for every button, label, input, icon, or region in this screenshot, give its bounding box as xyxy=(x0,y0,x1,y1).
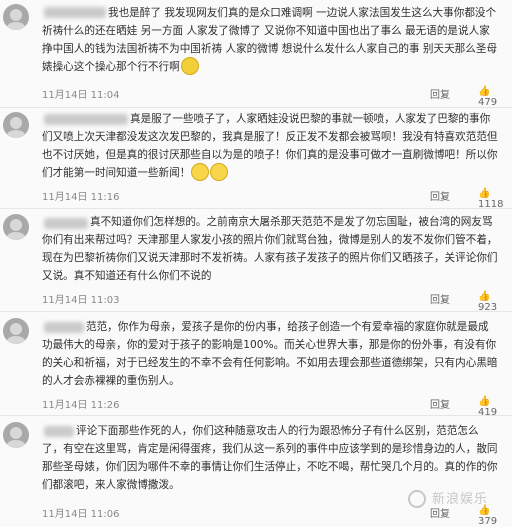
watermark-text: 新浪娱乐 xyxy=(431,491,488,507)
comment-text: 真是服了一些喷子了，人家晒娃没说巴黎的事就一顿喷，人家发了巴黎的事你们又喷上次天… xyxy=(42,113,498,181)
comment-text: 范范，你作为母亲，爱孩子是你的份内事，给孩子创造一个有爱幸福的家庭你就是最成功最… xyxy=(42,321,498,387)
like-button[interactable]: 👍1118 xyxy=(478,188,503,210)
comment-time: 11月14日 11:03 xyxy=(42,295,120,306)
like-button[interactable]: 👍379 xyxy=(478,505,498,527)
like-count: 479 xyxy=(478,97,498,108)
reply-button[interactable]: 回复 xyxy=(430,86,450,101)
wechat-icon xyxy=(407,490,426,508)
embarrassed-emoji-icon xyxy=(180,57,199,75)
comment-meta: 11月14日 11:16 回复 👍1118 xyxy=(42,188,503,210)
comment-item: 真是服了一些喷子了，人家晒娃没说巴黎的事就一顿喷，人家发了巴黎的事你们又喷上次天… xyxy=(0,108,512,210)
avatar[interactable] xyxy=(3,422,29,448)
like-button[interactable]: 👍419 xyxy=(478,396,498,418)
sweat-emoji-icon xyxy=(210,163,229,181)
comment-item: 真不知道你们怎样想的。之前南京大屠杀那天范范不是发了勿忘国耻，被台湾的网友骂你们… xyxy=(0,209,512,313)
comment-time: 11月14日 11:04 xyxy=(42,90,120,101)
avatar[interactable] xyxy=(3,112,29,138)
thumbs-up-icon: 👍 xyxy=(478,291,491,302)
comment-item: 范范，你作为母亲，爱孩子是你的份内事，给孩子创造一个有爱幸福的家庭你就是最成功最… xyxy=(0,312,512,418)
comment-meta: 11月14日 11:04 回复 👍479 xyxy=(42,86,498,108)
comment-item: 我也是醉了 我发现网友们真的是众口难调啊 一边说人家法国发生这么大事你都没个祈祷… xyxy=(0,0,512,108)
avatar[interactable] xyxy=(3,318,29,344)
sweat-emoji-icon xyxy=(191,163,210,181)
sina-ent-watermark: 新浪娱乐 xyxy=(407,488,488,508)
comment-meta: 11月14日 11:03 回复 👍923 xyxy=(42,291,498,313)
reply-button[interactable]: 回复 xyxy=(430,188,450,203)
like-button[interactable]: 👍479 xyxy=(478,86,498,108)
comment-text: 评论下面那些作死的人，你们这种随意攻击人的行为跟恐怖分子有什么区别，范范怎么了，… xyxy=(42,425,498,491)
comment-time: 11月14日 11:26 xyxy=(42,400,120,411)
comment-meta: 11月14日 11:26 回复 👍419 xyxy=(42,396,498,418)
like-button[interactable]: 👍923 xyxy=(478,291,498,313)
thumbs-up-icon: 👍 xyxy=(478,86,491,97)
comment-text: 真不知道你们怎样想的。之前南京大屠杀那天范范不是发了勿忘国耻，被台湾的网友骂你们… xyxy=(42,216,498,282)
comment-item: 评论下面那些作死的人，你们这种随意攻击人的行为跟恐怖分子有什么区别，范范怎么了，… xyxy=(0,416,512,527)
thumbs-up-icon: 👍 xyxy=(478,188,491,199)
comment-time: 11月14日 11:16 xyxy=(42,192,120,203)
comment-text: 我也是醉了 我发现网友们真的是众口难调啊 一边说人家法国发生这么大事你都没个祈祷… xyxy=(42,7,498,75)
avatar[interactable] xyxy=(3,4,29,30)
comment-time: 11月14日 11:06 xyxy=(42,509,120,520)
like-count: 379 xyxy=(478,516,498,527)
reply-button[interactable]: 回复 xyxy=(430,291,450,306)
thumbs-up-icon: 👍 xyxy=(478,396,491,407)
avatar[interactable] xyxy=(3,214,29,240)
reply-button[interactable]: 回复 xyxy=(430,396,450,411)
